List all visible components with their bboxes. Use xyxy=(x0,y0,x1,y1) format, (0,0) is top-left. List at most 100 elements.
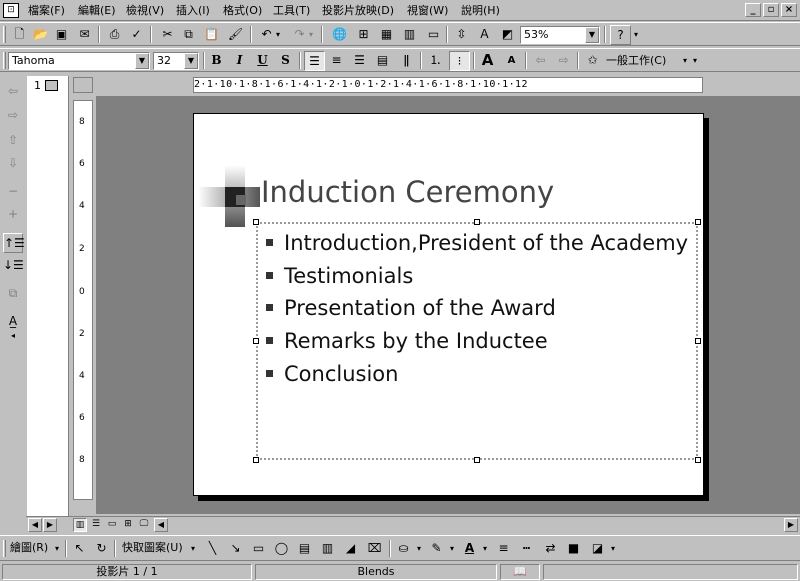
summary-slide-icon[interactable]: ⧉ xyxy=(3,284,23,304)
menu-window[interactable]: 視窗(W) xyxy=(405,2,450,19)
justify-icon[interactable]: ▤ xyxy=(372,51,393,71)
align-right-icon[interactable]: ☰ xyxy=(349,51,370,71)
align-center-icon[interactable]: ≡ xyxy=(326,51,347,71)
resize-handle[interactable] xyxy=(474,457,480,463)
help-icon[interactable]: ? xyxy=(610,25,631,45)
menu-help[interactable]: 說明(H) xyxy=(459,2,502,19)
undo-dropdown-icon[interactable]: ▾ xyxy=(273,25,283,45)
rectangle-icon[interactable]: ▭ xyxy=(248,539,269,559)
scroll-right-icon[interactable]: ▶ xyxy=(784,518,798,532)
move-up-icon[interactable]: ⇧ xyxy=(3,131,23,151)
paste-icon[interactable]: 📋 xyxy=(201,25,222,45)
wordart-icon[interactable]: ◢ xyxy=(340,539,361,559)
chevron-down-icon[interactable]: ▼ xyxy=(585,27,599,43)
toolbar-options-icon[interactable]: ▾ xyxy=(690,51,700,71)
copy-icon[interactable]: ⧉ xyxy=(178,25,199,45)
scroll-left-icon[interactable]: ◀ xyxy=(154,518,168,532)
oval-icon[interactable]: ◯ xyxy=(271,539,292,559)
vertical-ruler[interactable]: 8 6 4 2 0 2 4 6 8 xyxy=(73,100,93,500)
resize-handle[interactable] xyxy=(253,219,259,225)
toolbar-options-icon[interactable]: ◂ xyxy=(3,331,23,341)
arrow-icon[interactable]: ↘ xyxy=(225,539,246,559)
rotate-icon[interactable]: ↻ xyxy=(91,539,112,559)
chevron-down-icon[interactable]: ▾ xyxy=(680,51,690,71)
outline-pane[interactable]: 1 xyxy=(27,76,69,516)
slide-show-view-icon[interactable]: 🖵 xyxy=(137,518,151,532)
show-formatting-icon[interactable]: A̲ xyxy=(3,312,23,332)
vertical-textbox-icon[interactable]: ▥ xyxy=(317,539,338,559)
tables-borders-icon[interactable]: ⊞ xyxy=(353,25,374,45)
open-icon[interactable]: 📂 xyxy=(30,25,51,45)
resize-handle[interactable] xyxy=(253,457,259,463)
clipart-icon[interactable]: ⌧ xyxy=(364,539,385,559)
textbox-icon[interactable]: ▤ xyxy=(294,539,315,559)
line-color-icon[interactable]: ✎ xyxy=(426,539,447,559)
select-icon[interactable]: ↖ xyxy=(69,539,90,559)
table-icon[interactable]: ▦ xyxy=(376,25,397,45)
line-icon[interactable]: ╲ xyxy=(202,539,223,559)
spelling-status-icon[interactable]: 📖 xyxy=(500,564,540,580)
bold-button[interactable]: B xyxy=(206,51,227,71)
toolbar-grip[interactable] xyxy=(3,52,6,69)
slide-title[interactable]: Induction Ceremony xyxy=(261,172,554,212)
toolbar-options-icon[interactable]: ▾ xyxy=(608,539,618,559)
menu-format[interactable]: 格式(O) xyxy=(221,2,264,19)
bullets-icon[interactable]: ⁝ xyxy=(449,51,470,71)
expand-all-icon[interactable]: ↓☰ xyxy=(3,256,24,276)
new-slide-icon[interactable]: ▭ xyxy=(423,25,444,45)
minimize-button[interactable]: _ xyxy=(745,3,761,17)
menu-view[interactable]: 檢視(V) xyxy=(124,2,166,19)
menu-edit[interactable]: 編輯(E) xyxy=(76,2,118,19)
distribute-icon[interactable]: ǁ xyxy=(396,51,417,71)
font-color-icon[interactable]: A xyxy=(459,539,480,559)
redo-dropdown-icon[interactable]: ▾ xyxy=(306,25,316,45)
collapse-all-icon[interactable]: ↑☰ xyxy=(3,233,25,253)
animation-effects-icon[interactable]: ✩ xyxy=(582,51,603,71)
chevron-down-icon[interactable]: ▼ xyxy=(135,53,149,69)
promote-icon[interactable]: ⇦ xyxy=(530,51,551,71)
expand-icon[interactable]: + xyxy=(3,205,23,225)
chart-icon[interactable]: ▥ xyxy=(399,25,420,45)
expand-all-icon[interactable]: ⇳ xyxy=(451,25,472,45)
restore-button[interactable]: ▫ xyxy=(763,3,779,17)
grayscale-icon[interactable]: ◩ xyxy=(497,25,518,45)
align-left-icon[interactable]: ☰ xyxy=(304,51,325,71)
collapse-icon[interactable]: − xyxy=(3,182,23,202)
format-painter-icon[interactable]: 🖌 xyxy=(225,25,246,45)
chevron-down-icon[interactable]: ▾ xyxy=(414,539,424,559)
hyperlink-icon[interactable]: 🌐 xyxy=(329,25,350,45)
bullet-item[interactable]: Testimonials xyxy=(266,262,413,290)
fill-color-icon[interactable]: ⛀ xyxy=(393,539,414,559)
chevron-down-icon[interactable]: ▾ xyxy=(52,539,62,559)
resize-handle[interactable] xyxy=(695,338,701,344)
scroll-left-icon[interactable]: ◀ xyxy=(28,518,42,532)
toolbar-grip[interactable] xyxy=(3,540,6,557)
toolbar-options-icon[interactable]: ▾ xyxy=(631,25,641,45)
dash-style-icon[interactable]: ┅ xyxy=(516,539,537,559)
move-down-icon[interactable]: ⇩ xyxy=(3,154,23,174)
shadow-text-button[interactable]: S xyxy=(275,51,296,71)
cut-icon[interactable]: ✂ xyxy=(157,25,178,45)
font-size-select[interactable]: 32 ▼ xyxy=(153,52,199,70)
underline-button[interactable]: U xyxy=(252,51,273,71)
menu-slideshow[interactable]: 投影片放映(D) xyxy=(320,2,396,19)
increase-font-icon[interactable]: A xyxy=(477,51,498,71)
3d-icon[interactable]: ◪ xyxy=(587,539,608,559)
demote-icon[interactable]: ⇨ xyxy=(553,51,574,71)
font-select[interactable]: Tahoma ▼ xyxy=(8,52,150,70)
common-tasks-menu[interactable]: 一般工作(C) xyxy=(606,52,666,70)
save-icon[interactable]: ▣ xyxy=(51,25,72,45)
bullet-item[interactable]: Presentation of the Award xyxy=(266,294,556,322)
promote-icon[interactable]: ⇦ xyxy=(3,82,23,102)
horizontal-ruler[interactable]: 2·1·10·1·8·1·6·1·4·1·2·1·0·1·2·1·4·1·6·1… xyxy=(193,77,703,93)
chevron-down-icon[interactable]: ▼ xyxy=(184,53,198,69)
close-button[interactable]: × xyxy=(781,3,797,17)
chevron-down-icon[interactable]: ▾ xyxy=(188,539,198,559)
bullet-item[interactable]: Introduction,President of the Academy xyxy=(266,229,688,257)
powerpoint-app-icon[interactable]: ⊡ xyxy=(3,3,19,18)
italic-button[interactable]: I xyxy=(229,51,250,71)
autoshapes-menu[interactable]: 快取圖案(U) xyxy=(122,539,183,557)
bullet-item[interactable]: Remarks by the Inductee xyxy=(266,327,548,355)
slide-sorter-view-icon[interactable]: ⊞ xyxy=(121,518,135,532)
resize-handle[interactable] xyxy=(474,219,480,225)
